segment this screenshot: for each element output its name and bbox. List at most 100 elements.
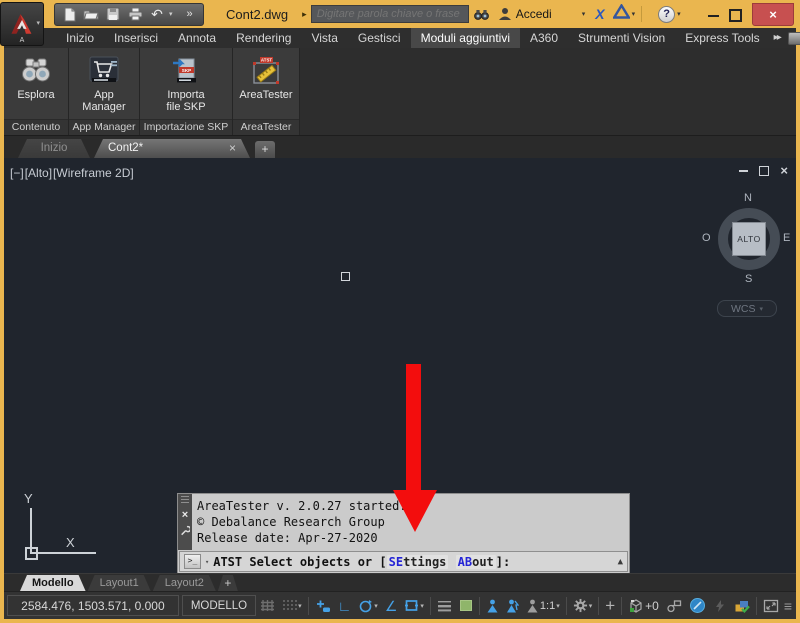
undo-icon[interactable]: ↶: [147, 5, 167, 23]
add-layout-button[interactable]: +: [218, 575, 238, 591]
quick-properties-icon[interactable]: +: [602, 595, 618, 617]
viewcube-north-label[interactable]: N: [744, 192, 752, 204]
keyword-about[interactable]: ABout: [455, 554, 496, 569]
panel-title-importazione-skp[interactable]: Importazione SKP: [140, 119, 232, 135]
coordinates-display[interactable]: 2584.476, 1503.571, 0.000: [7, 595, 179, 616]
app-manager-button[interactable]: App Manager: [73, 51, 135, 115]
viewcube-top-face[interactable]: ALTO: [732, 222, 766, 256]
ribbon-tab-rendering[interactable]: Rendering: [226, 28, 301, 48]
command-wrench-icon[interactable]: [180, 525, 190, 536]
model-tab[interactable]: Modello: [20, 575, 86, 591]
viewport-close-icon[interactable]: ×: [780, 164, 788, 177]
command-prompt-icon[interactable]: >_: [184, 554, 201, 569]
minimize-button[interactable]: [708, 14, 719, 17]
maximize-button[interactable]: [729, 8, 742, 22]
grid-display-icon[interactable]: ▾: [279, 595, 305, 617]
command-expand-icon[interactable]: ▲: [618, 557, 623, 567]
ribbon-tab-inizio[interactable]: Inizio: [56, 28, 104, 48]
new-file-icon[interactable]: [59, 5, 79, 23]
app-menu-button[interactable]: ▾ A: [0, 2, 44, 46]
graphics-performance-icon[interactable]: [686, 595, 709, 617]
ortho-mode-icon[interactable]: ∟: [335, 595, 355, 617]
viewport-menu-button[interactable]: [−]: [10, 166, 24, 180]
isolate-objects-icon[interactable]: [663, 595, 685, 617]
transparency-icon[interactable]: [456, 595, 476, 617]
ribbon-tab-moduli-aggiuntivi[interactable]: Moduli aggiuntivi: [410, 28, 520, 48]
ribbon-tab-a360[interactable]: A360: [520, 28, 568, 48]
viewcube-west-label[interactable]: O: [702, 232, 711, 244]
isodraft-icon[interactable]: ∠: [382, 595, 401, 617]
customization-menu-icon[interactable]: ≡: [783, 595, 793, 617]
a360-icon[interactable]: [611, 3, 631, 24]
print-icon[interactable]: [125, 5, 145, 23]
performance-lightning-icon[interactable]: [710, 595, 730, 617]
search-history-icon[interactable]: ▸: [302, 9, 307, 20]
viewport-minimize-icon[interactable]: [739, 170, 749, 172]
tray-settings-icon[interactable]: [731, 595, 753, 617]
command-customize-chevron-icon[interactable]: ▾: [205, 558, 209, 566]
annotation-scale-chevron-icon[interactable]: ▾: [556, 602, 560, 610]
layout1-tab[interactable]: Layout1: [88, 575, 151, 591]
command-grip-dots-icon[interactable]: [181, 496, 189, 505]
file-tab-close-icon[interactable]: ×: [229, 139, 236, 158]
clean-screen-icon[interactable]: [760, 595, 782, 617]
layout2-tab[interactable]: Layout2: [153, 575, 216, 591]
annotation-visibility-icon[interactable]: [483, 595, 502, 617]
ribbon-tabs-overflow-icon[interactable]: ▸▸: [770, 28, 784, 48]
command-window-grip[interactable]: ×: [178, 494, 192, 550]
keyword-settings[interactable]: SEttings: [386, 554, 449, 569]
viewcube-south-label[interactable]: S: [745, 273, 752, 285]
drawing-area[interactable]: [−] [Alto] [Wireframe 2D] × N O E S ALTO…: [4, 158, 796, 573]
a360-chevron-icon[interactable]: ▾: [632, 10, 636, 18]
polar-tracking-icon[interactable]: ▾: [355, 595, 381, 617]
importa-file-skp-button[interactable]: SKP Importa file SKP: [158, 51, 214, 115]
exchange-apps-icon[interactable]: X: [595, 6, 604, 22]
ribbon-display-toggle[interactable]: ▾: [784, 28, 800, 48]
osnap-chevron-icon[interactable]: ▾: [420, 602, 424, 610]
snap-mode-icon[interactable]: [257, 595, 278, 617]
panel-title-areatester[interactable]: AreaTester: [233, 119, 299, 135]
command-history[interactable]: AreaTester v. 2.0.27 started... © Debala…: [192, 494, 629, 550]
command-close-icon[interactable]: ×: [182, 510, 188, 521]
file-tab-cont2[interactable]: Cont2* ×: [94, 139, 250, 158]
viewcube-east-label[interactable]: E: [783, 232, 790, 244]
panel-title-contenuto[interactable]: Contenuto: [4, 119, 68, 135]
workspace-chevron-icon[interactable]: ▾: [589, 602, 593, 610]
search-input[interactable]: [310, 5, 469, 23]
viewport-restore-icon[interactable]: [759, 166, 770, 176]
ribbon-tab-gestisci[interactable]: Gestisci: [348, 28, 411, 48]
command-window[interactable]: × AreaTester v. 2.0.27 started... © Deba…: [178, 494, 629, 573]
viewport-cube-icon[interactable]: +0: [625, 595, 662, 617]
undo-chevron-icon[interactable]: ▾: [169, 10, 177, 18]
file-tab-inizio[interactable]: Inizio: [18, 139, 90, 158]
ribbon-tab-annota[interactable]: Annota: [168, 28, 226, 48]
help-chevron-icon[interactable]: ▾: [677, 10, 681, 18]
help-icon[interactable]: ?: [658, 5, 676, 23]
wcs-selector[interactable]: WCS ▾: [717, 300, 777, 317]
object-snap-icon[interactable]: ▾: [401, 595, 427, 617]
open-file-icon[interactable]: [81, 5, 101, 23]
view-control-button[interactable]: [Alto]: [25, 166, 52, 180]
workspace-gear-icon[interactable]: ▾: [570, 595, 596, 617]
esplora-button[interactable]: Esplora: [15, 51, 56, 103]
command-prompt[interactable]: >_ ▾ ATST Select objects or [SEttings AB…: [179, 551, 628, 572]
sign-in-button[interactable]: Accedi ▾: [498, 7, 585, 21]
ribbon-tab-express-tools[interactable]: Express Tools: [675, 28, 769, 48]
polar-chevron-icon[interactable]: ▾: [374, 602, 378, 610]
lineweight-icon[interactable]: [434, 595, 455, 617]
grid-chevron-icon[interactable]: ▾: [298, 602, 302, 610]
annotation-autoscale-icon[interactable]: [503, 595, 522, 617]
model-space-button[interactable]: MODELLO: [181, 595, 257, 616]
ribbon-tab-vista[interactable]: Vista: [301, 28, 347, 48]
qat-more-icon[interactable]: »: [179, 5, 199, 23]
viewcube[interactable]: N O E S ALTO WCS ▾: [690, 192, 794, 324]
annotation-scale-button[interactable]: 1:1 ▾: [523, 595, 563, 617]
ribbon-tab-inserisci[interactable]: Inserisci: [104, 28, 168, 48]
close-button[interactable]: ×: [752, 2, 794, 26]
ribbon-tab-strumenti-vision[interactable]: Strumenti Vision: [568, 28, 675, 48]
search-icon[interactable]: [473, 4, 490, 24]
panel-title-app-manager[interactable]: App Manager: [69, 119, 139, 135]
dynamic-input-icon[interactable]: [312, 595, 334, 617]
new-tab-button[interactable]: +: [255, 141, 275, 158]
areatester-button[interactable]: ATST AreaTester: [237, 51, 294, 103]
